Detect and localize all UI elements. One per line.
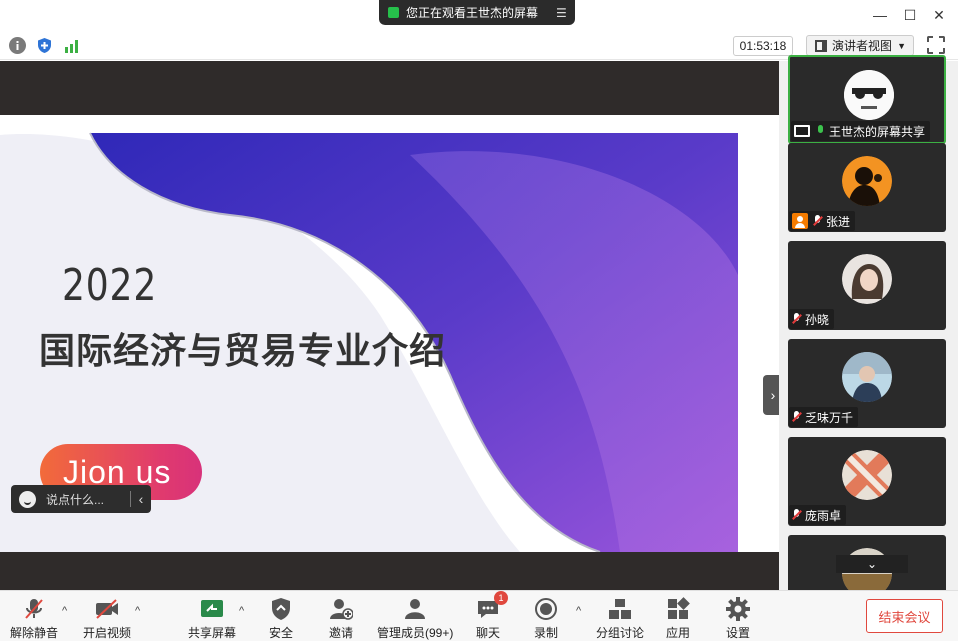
menu-icon[interactable]: ☰ <box>556 6 568 20</box>
participant-name-tag: 张进 <box>789 211 856 231</box>
maximize-button[interactable]: ☐ <box>900 5 920 25</box>
slide-year: 2022 <box>62 260 158 311</box>
share-screen-button[interactable]: 共享屏幕 <box>188 597 236 641</box>
share-status-text: 您正在观看王世杰的屏幕 <box>406 6 539 20</box>
avatar <box>842 450 892 500</box>
breakout-rooms-label: 分组讨论 <box>596 626 645 640</box>
participant-tile[interactable]: 孙晓 <box>788 241 946 330</box>
participant-name: 张进 <box>826 214 851 229</box>
chat-placeholder[interactable]: 说点什么... <box>46 491 104 508</box>
chevron-up-icon[interactable]: ^ <box>62 605 67 617</box>
share-status-pill[interactable]: 您正在观看王世杰的屏幕 ☰ <box>379 0 575 25</box>
avatar <box>842 254 892 304</box>
profile-picture-icon <box>792 213 808 229</box>
meeting-toolbar: 解除静音 ^ 开启视频 ^ 共享屏幕 ^ 安全 邀请 管理成员(99+) 1 聊… <box>0 590 958 641</box>
add-user-icon <box>329 597 354 621</box>
end-meeting-button[interactable]: 结束会议 <box>866 599 943 633</box>
participant-name: 乏味万千 <box>805 410 854 425</box>
participant-tile[interactable]: 乏味万千 <box>788 339 946 428</box>
muted-microphone-icon <box>813 215 822 227</box>
chevron-down-icon: ▼ <box>897 40 906 51</box>
record-button[interactable]: 录制 <box>534 597 558 641</box>
participant-gallery: 王世杰的屏幕共享 张进 孙晓 乏味万千 庞雨卓 ⌄ <box>779 55 958 595</box>
microphone-icon <box>816 125 825 137</box>
quick-chat-bar[interactable]: 说点什么... ‹ <box>11 485 151 513</box>
unread-count-badge: 1 <box>494 591 508 605</box>
invite-button[interactable]: 邀请 <box>329 597 354 641</box>
chat-button[interactable]: 1 聊天 <box>476 591 508 641</box>
fullscreen-icon[interactable] <box>927 36 945 54</box>
minimize-button[interactable]: — <box>870 5 890 25</box>
settings-label: 设置 <box>726 626 751 640</box>
participant-tile[interactable]: ⌄ <box>788 535 946 595</box>
meeting-timer: 01:53:18 <box>733 36 793 56</box>
chevron-up-icon[interactable]: ^ <box>576 605 581 617</box>
start-video-button[interactable]: 开启视频 <box>83 597 131 641</box>
muted-microphone-icon <box>792 411 801 423</box>
participants-icon <box>403 597 427 621</box>
screen-share-icon <box>388 7 399 18</box>
gear-icon <box>726 597 750 621</box>
apps-icon <box>666 597 690 621</box>
participant-name-tag: 王世杰的屏幕共享 <box>791 121 931 141</box>
participant-name-tag: 乏味万千 <box>789 407 859 427</box>
muted-microphone-icon <box>792 509 801 521</box>
avatar <box>842 156 892 206</box>
slide-title: 国际经济与贸易专业介绍 <box>39 331 447 372</box>
participant-name-tag: 孙晓 <box>789 309 835 329</box>
participant-name: 孙晓 <box>805 312 830 327</box>
participants-label: 管理成员(99+) <box>377 626 454 640</box>
share-screen-label: 共享屏幕 <box>188 626 237 640</box>
settings-button[interactable]: 设置 <box>726 597 750 641</box>
participant-tile[interactable]: 王世杰的屏幕共享 <box>788 55 946 144</box>
apps-button[interactable]: 应用 <box>666 597 690 641</box>
title-bar: 您正在观看王世杰的屏幕 ☰ — ☐ ✕ <box>0 0 958 30</box>
avatar <box>842 352 892 402</box>
chat-icon: 1 <box>476 591 508 621</box>
muted-microphone-icon <box>22 597 46 621</box>
chat-label: 聊天 <box>476 626 501 640</box>
shield-icon <box>269 597 293 621</box>
start-video-label: 开启视频 <box>83 626 132 640</box>
chevron-up-icon[interactable]: ^ <box>239 605 244 617</box>
record-label: 录制 <box>534 626 559 640</box>
security-button[interactable]: 安全 <box>269 597 293 641</box>
security-label: 安全 <box>269 626 294 640</box>
layout-icon <box>815 39 827 52</box>
info-icon[interactable] <box>9 37 26 54</box>
chevron-down-icon[interactable]: ⌄ <box>836 555 908 573</box>
participant-name: 王世杰的屏幕共享 <box>829 124 926 139</box>
share-screen-icon <box>200 597 224 621</box>
chevron-left-icon[interactable]: ‹ <box>131 491 151 507</box>
unmute-label: 解除静音 <box>10 626 59 640</box>
participants-button[interactable]: 管理成员(99+) <box>377 597 453 641</box>
chevron-up-icon[interactable]: ^ <box>135 605 140 617</box>
participant-tile[interactable]: 庞雨卓 <box>788 437 946 526</box>
view-mode-select[interactable]: 演讲者视图 ▼ <box>806 35 914 56</box>
screen-share-badge-icon <box>794 125 810 137</box>
video-off-icon <box>95 597 119 621</box>
close-button[interactable]: ✕ <box>929 5 949 25</box>
breakout-rooms-icon <box>608 597 632 621</box>
breakout-rooms-button[interactable]: 分组讨论 <box>596 597 644 641</box>
record-icon <box>534 597 558 621</box>
signal-icon[interactable] <box>64 37 81 54</box>
participant-name: 庞雨卓 <box>805 508 842 523</box>
view-mode-label: 演讲者视图 <box>832 39 893 53</box>
muted-microphone-icon <box>792 313 801 325</box>
apps-label: 应用 <box>666 626 691 640</box>
unmute-button[interactable]: 解除静音 <box>10 597 58 641</box>
participant-tile[interactable]: 张进 <box>788 143 946 232</box>
meeting-window: 您正在观看王世杰的屏幕 ☰ — ☐ ✕ 01:53:18 演讲者视图 ▼ 202… <box>0 0 958 641</box>
avatar <box>844 70 894 120</box>
participant-name-tag: 庞雨卓 <box>789 505 847 525</box>
emoji-icon[interactable] <box>19 490 36 508</box>
invite-label: 邀请 <box>329 626 354 640</box>
shield-icon[interactable] <box>36 37 53 54</box>
